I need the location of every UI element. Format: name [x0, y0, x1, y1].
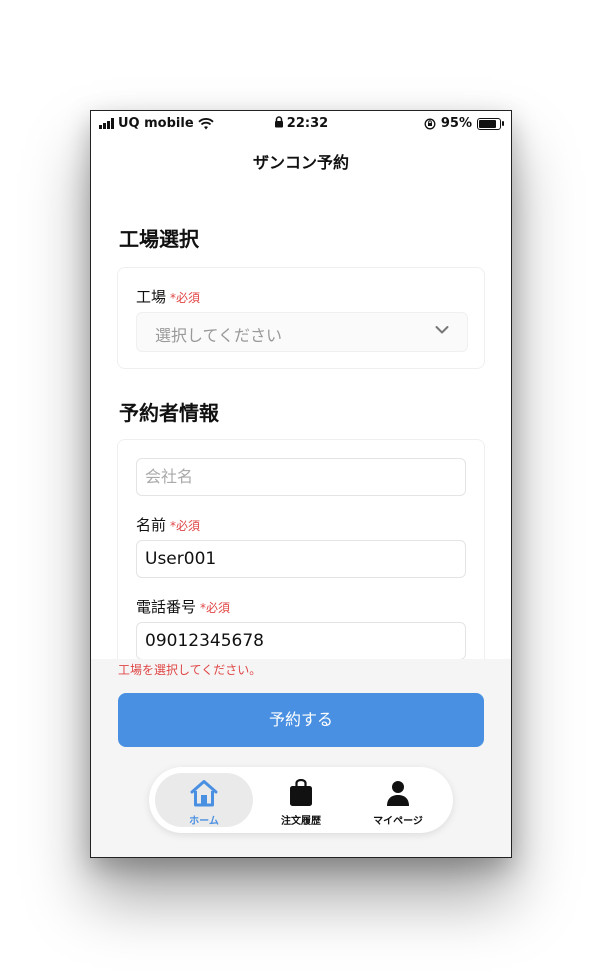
home-icon: [190, 780, 218, 807]
name-required-mark: *必須: [170, 519, 201, 533]
factory-select-placeholder: 選択してください: [155, 326, 283, 345]
phone-screen: UQ mobile 22:32 95% ザンコン予約 工場選択 工場 *必須 選…: [90, 110, 512, 858]
orientation-lock-icon: [424, 118, 436, 129]
factory-label-text: 工場: [136, 288, 167, 306]
tab-home[interactable]: ホーム: [155, 773, 253, 827]
phone-label-text: 電話番号: [136, 598, 197, 616]
reserve-button[interactable]: 予約する: [118, 693, 484, 747]
factory-required-mark: *必須: [170, 291, 201, 305]
factory-card: 工場 *必須 選択してください: [117, 267, 485, 369]
company-input[interactable]: 会社名: [136, 458, 466, 496]
tab-bar: ホーム 注文履歴 マイページ: [149, 767, 453, 833]
tab-order-history[interactable]: 注文履歴: [252, 773, 350, 827]
error-message: 工場を選択してください。: [118, 663, 262, 677]
status-right: 95%: [424, 116, 504, 131]
phone-required-mark: *必須: [200, 601, 231, 615]
phone-input[interactable]: 09012345678: [136, 622, 466, 660]
name-label-text: 名前: [136, 516, 167, 534]
factory-label: 工場 *必須: [136, 286, 200, 307]
battery-icon: [477, 117, 504, 130]
lock-icon: [274, 116, 283, 128]
status-bar: UQ mobile 22:32 95%: [91, 111, 511, 135]
bottom-panel: 工場を選択してください。 予約する ホーム 注文履歴 マイページ: [91, 659, 511, 857]
customer-section-title: 予約者情報: [119, 401, 219, 425]
chevron-down-icon: [435, 326, 449, 334]
tab-home-label: ホーム: [189, 816, 219, 827]
tab-mypage[interactable]: マイページ: [349, 773, 447, 827]
tab-mypage-label: マイページ: [373, 816, 423, 827]
battery-percent: 95%: [440, 116, 472, 131]
name-label: 名前 *必須: [136, 514, 200, 535]
bag-icon: [290, 779, 312, 806]
factory-section-title: 工場選択: [119, 227, 199, 251]
clock: 22:32: [286, 116, 329, 131]
phone-label: 電話番号 *必須: [136, 596, 230, 617]
name-input[interactable]: User001: [136, 540, 466, 578]
person-icon: [387, 781, 409, 806]
page: UQ mobile 22:32 95% ザンコン予約 工場選択 工場 *必須 選…: [0, 0, 600, 974]
tab-order-history-label: 注文履歴: [281, 816, 321, 827]
factory-select[interactable]: 選択してください: [136, 312, 468, 352]
page-title: ザンコン予約: [252, 153, 349, 172]
